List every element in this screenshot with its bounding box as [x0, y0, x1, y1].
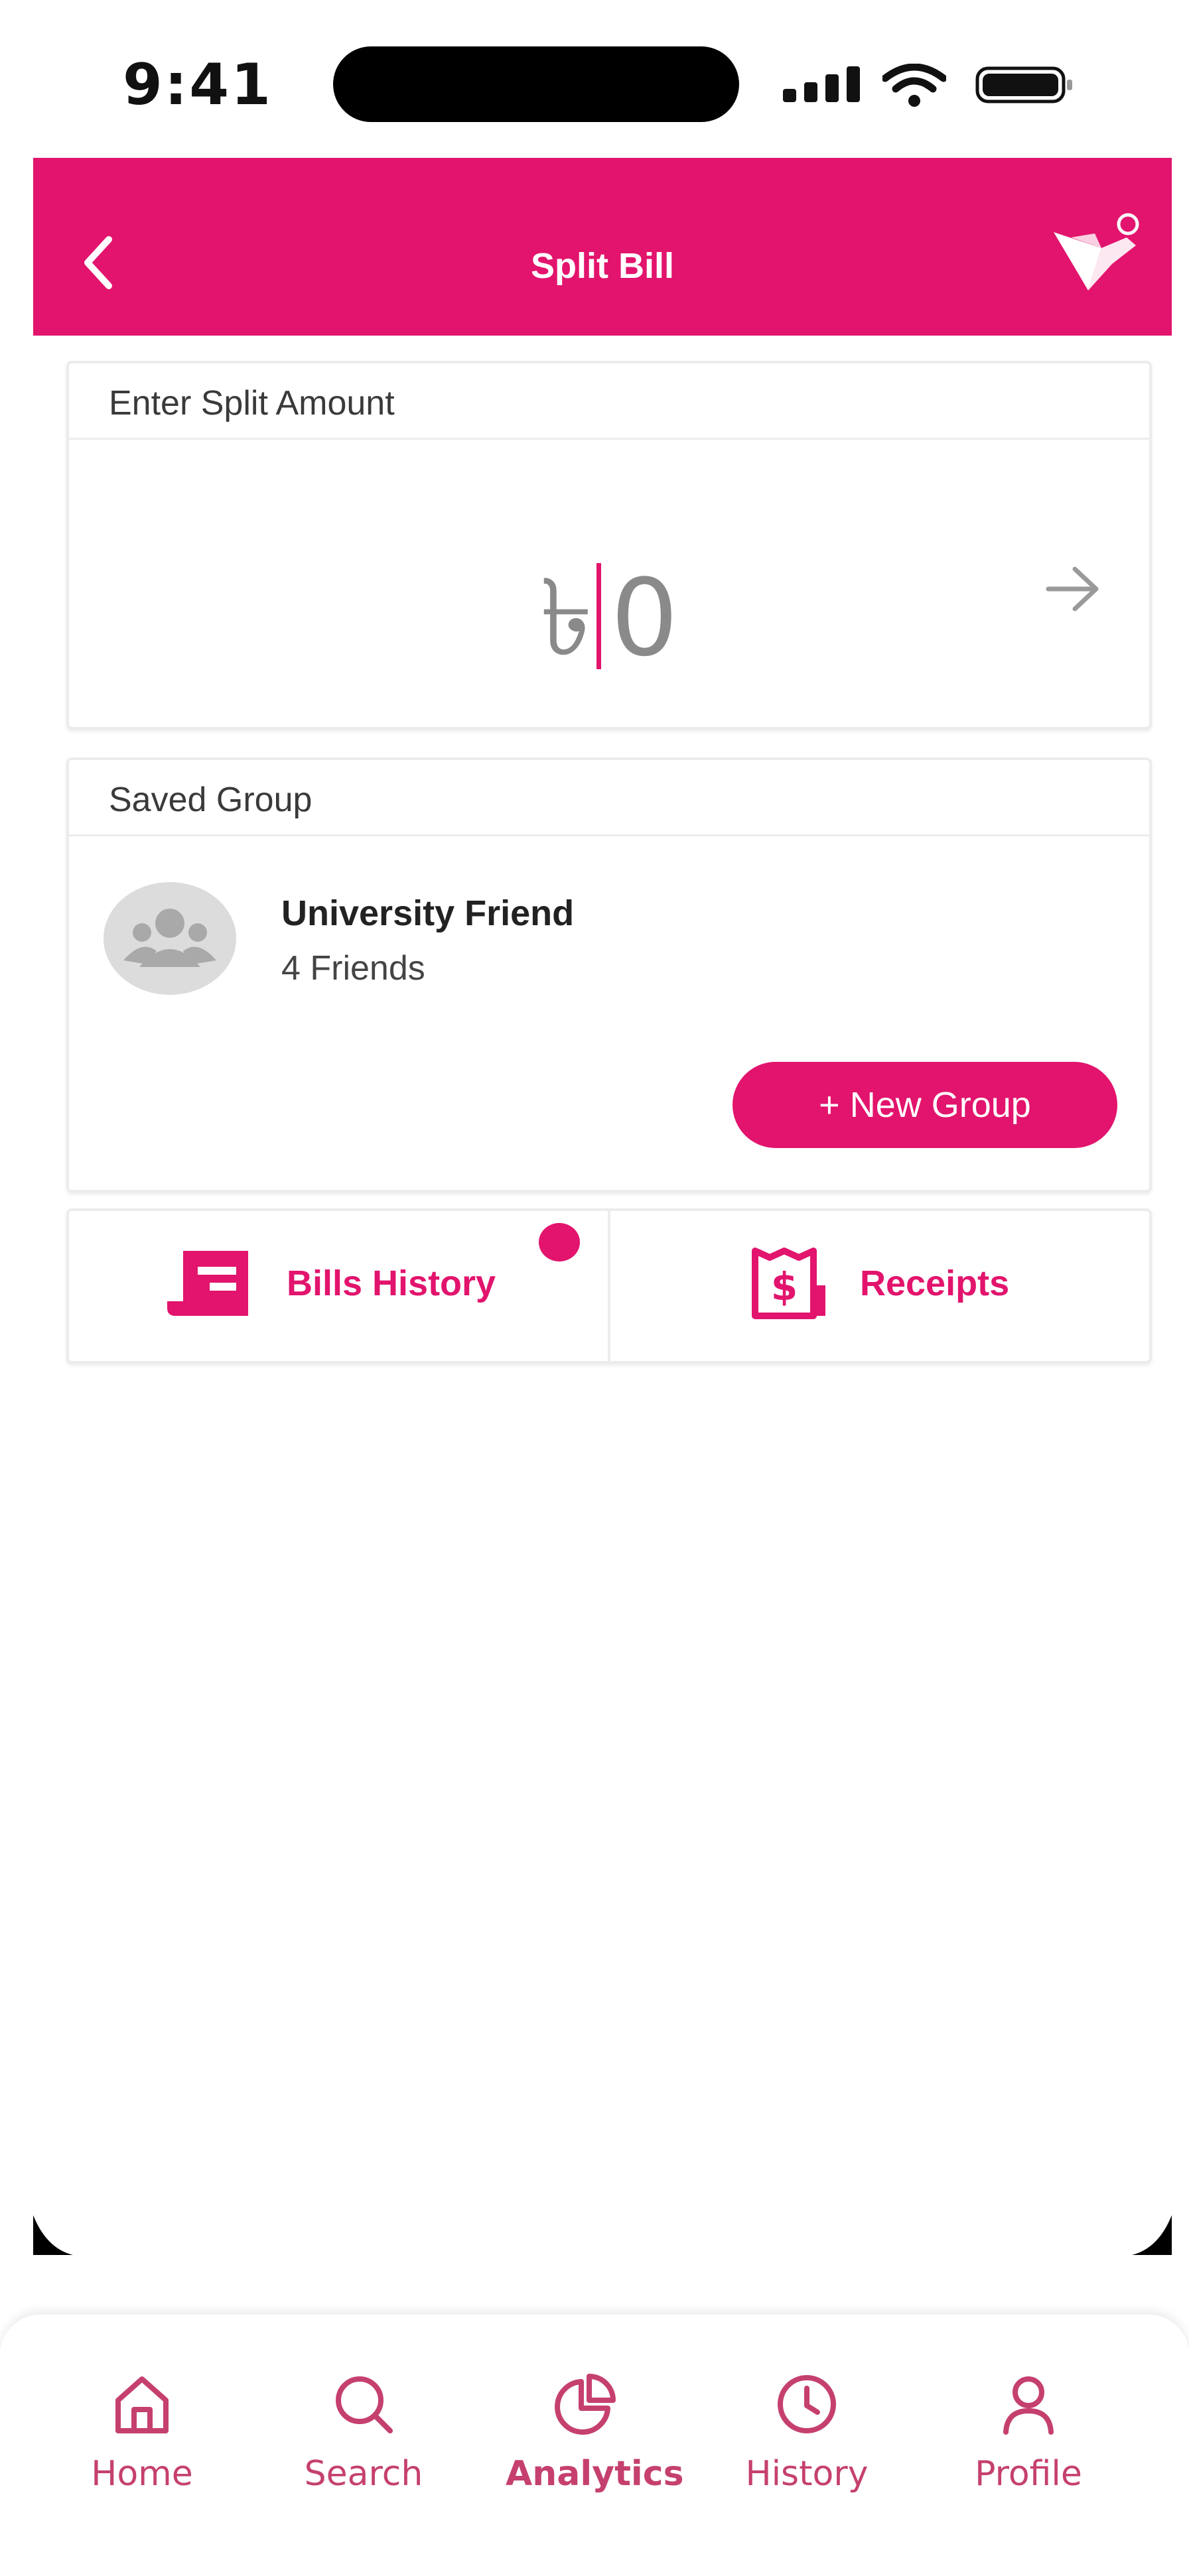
receipts-tile[interactable]: $ Receipts — [610, 1211, 1147, 1361]
receipt-icon: $ — [752, 1248, 825, 1319]
dynamic-island — [333, 46, 739, 122]
tab-label: Search — [304, 2454, 423, 2494]
group-name[interactable]: University Friend — [281, 893, 574, 934]
split-amount-title: Enter Split Amount — [109, 384, 395, 422]
tab-history[interactable]: History — [727, 2315, 886, 2514]
svg-text:$: $ — [771, 1264, 798, 1309]
currency-symbol: ৳ — [539, 556, 593, 680]
app-header: Split Bill — [33, 158, 1172, 336]
amount-value: 0 — [610, 556, 679, 680]
signal-icon — [783, 66, 860, 102]
bills-history-icon — [167, 1251, 248, 1316]
saved-group-card: Saved Group University Friend 4 Friends … — [66, 757, 1152, 1192]
pie-chart-icon — [555, 2374, 616, 2435]
text-caret — [596, 563, 602, 669]
bottom-tab-bar: Home Search Analytics History Profile — [0, 2315, 1189, 2576]
page-title: Split Bill — [531, 246, 674, 286]
tab-label: Analytics — [506, 2454, 684, 2494]
tab-profile[interactable]: Profile — [949, 2315, 1108, 2514]
search-icon — [336, 2376, 393, 2433]
tab-label: History — [745, 2454, 869, 2494]
new-group-button[interactable]: + New Group — [733, 1062, 1117, 1148]
corner-fragment-left — [33, 2215, 73, 2255]
wifi-icon — [882, 64, 946, 107]
tab-search[interactable]: Search — [284, 2315, 443, 2514]
bills-history-label: Bills History — [287, 1263, 496, 1303]
battery-icon — [975, 66, 1072, 103]
group-icon — [123, 909, 216, 967]
card-header: Enter Split Amount — [69, 363, 1149, 440]
amount-input[interactable]: ৳ 0 — [69, 536, 1149, 714]
quick-actions-card: Bills History $ Receipts — [66, 1208, 1152, 1364]
status-bar: 9:41 — [0, 0, 1189, 158]
tab-home[interactable]: Home — [62, 2315, 222, 2514]
tab-label: Home — [91, 2454, 193, 2494]
home-icon — [115, 2376, 169, 2433]
group-avatar[interactable] — [104, 882, 236, 995]
notification-dot — [539, 1223, 580, 1261]
tab-analytics[interactable]: Analytics — [506, 2315, 684, 2514]
card-header: Saved Group — [69, 760, 1149, 836]
receipts-label: Receipts — [860, 1263, 1010, 1303]
user-icon — [1003, 2376, 1054, 2435]
bird-logo-icon[interactable] — [1048, 211, 1141, 297]
arrow-right-icon[interactable] — [1043, 562, 1103, 615]
corner-fragment-right — [1132, 2215, 1172, 2255]
bills-history-tile[interactable]: Bills History — [69, 1211, 608, 1361]
split-amount-card: Enter Split Amount ৳ 0 — [66, 361, 1152, 730]
tab-label: Profile — [975, 2454, 1082, 2494]
saved-group-title: Saved Group — [109, 781, 313, 819]
clock-icon — [778, 2375, 836, 2433]
group-member-count: 4 Friends — [281, 949, 425, 988]
status-time: 9:41 — [123, 52, 273, 118]
